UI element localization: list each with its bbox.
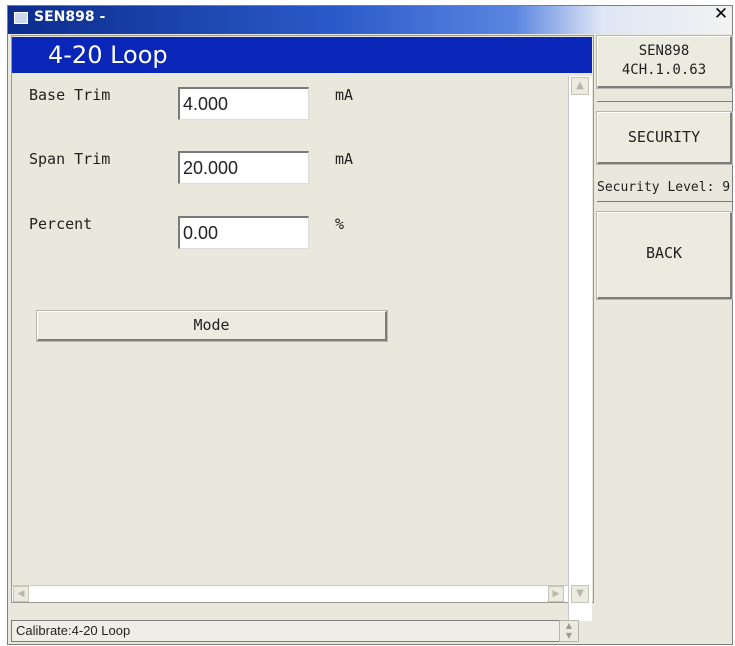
back-button[interactable]: BACK: [597, 212, 732, 299]
security-button[interactable]: SECURITY: [597, 112, 732, 164]
percent-input[interactable]: 0.00: [178, 216, 309, 249]
span-trim-input[interactable]: 20.000: [178, 151, 309, 184]
device-name: SEN898: [638, 43, 690, 59]
firmware-version: 4CH.1.0.63: [621, 62, 707, 78]
span-trim-label: Span Trim: [29, 150, 111, 168]
percent-label: Percent: [29, 215, 93, 233]
version-button[interactable]: SEN898 4CH.1.0.63: [597, 36, 732, 88]
divider: [597, 201, 732, 202]
span-trim-unit: mA: [335, 150, 354, 168]
app-icon: [14, 12, 28, 24]
status-spinner[interactable]: ▲ ▼: [559, 620, 579, 642]
status-bar: Calibrate:4-20 Loop: [11, 620, 565, 642]
base-trim-unit: mA: [335, 86, 354, 104]
panel-title: 4-20 Loop: [48, 41, 168, 69]
scroll-right-icon[interactable]: ▶: [548, 586, 564, 602]
window-title: SEN898 -: [34, 9, 106, 25]
panel-header: 4-20 Loop: [12, 37, 592, 73]
security-level-text: Security Level: 9: [597, 180, 731, 195]
base-trim-label: Base Trim: [29, 86, 111, 104]
divider: [597, 101, 732, 102]
scroll-up-icon[interactable]: ▲: [571, 77, 589, 95]
scroll-down-icon[interactable]: ▼: [571, 585, 589, 603]
vertical-scrollbar[interactable]: ▲ ▼: [568, 76, 592, 621]
close-icon[interactable]: ✕: [712, 5, 730, 23]
spin-down-icon[interactable]: ▼: [560, 631, 578, 641]
title-bar: SEN898 - ✕: [8, 5, 732, 34]
form-content: Base Trim 4.000 mA Span Trim 20.000 mA P…: [12, 73, 565, 583]
side-panel: SEN898 4CH.1.0.63 SECURITY Security Leve…: [595, 35, 733, 645]
main-panel: 4-20 Loop Base Trim 4.000 mA Span Trim 2…: [11, 35, 594, 621]
app-window: SEN898 - ✕ 4-20 Loop Base Trim 4.000 mA …: [7, 5, 733, 645]
scroll-left-icon[interactable]: ◀: [13, 586, 29, 602]
percent-unit: %: [335, 215, 345, 233]
horizontal-scrollbar[interactable]: ◀ ▶: [12, 585, 568, 602]
mode-button[interactable]: Mode: [37, 311, 387, 341]
base-trim-input[interactable]: 4.000: [178, 87, 309, 120]
spin-up-icon[interactable]: ▲: [560, 621, 578, 631]
